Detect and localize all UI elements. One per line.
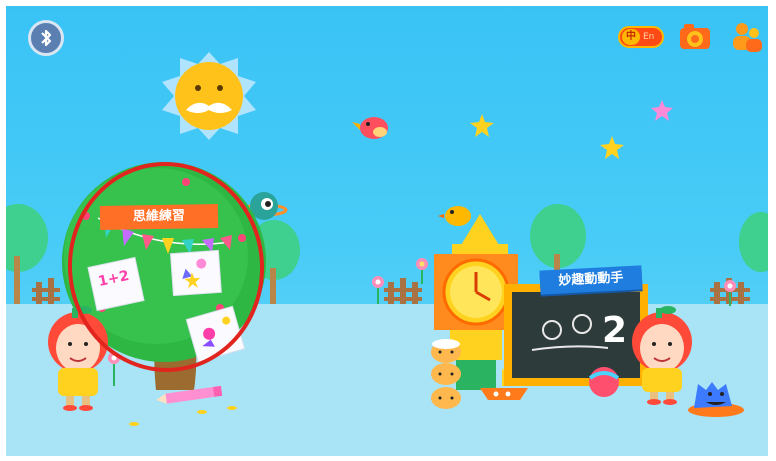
hands-on-fun-area[interactable] <box>428 206 654 406</box>
users-icon <box>733 23 762 52</box>
chalkboard-number: 2 <box>602 310 628 351</box>
bluetooth-icon <box>41 29 52 47</box>
language-toggle[interactable]: 中 En <box>618 26 664 48</box>
bluetooth-button[interactable] <box>28 20 64 56</box>
users-button[interactable] <box>730 20 764 54</box>
language-en-label: En <box>643 32 655 42</box>
home-screen: 1+2 思維練習 妙趣動動手 2 中 En <box>6 6 768 456</box>
camera-button[interactable] <box>678 21 712 51</box>
language-zh-label: 中 <box>622 29 640 45</box>
camera-icon <box>680 24 710 49</box>
